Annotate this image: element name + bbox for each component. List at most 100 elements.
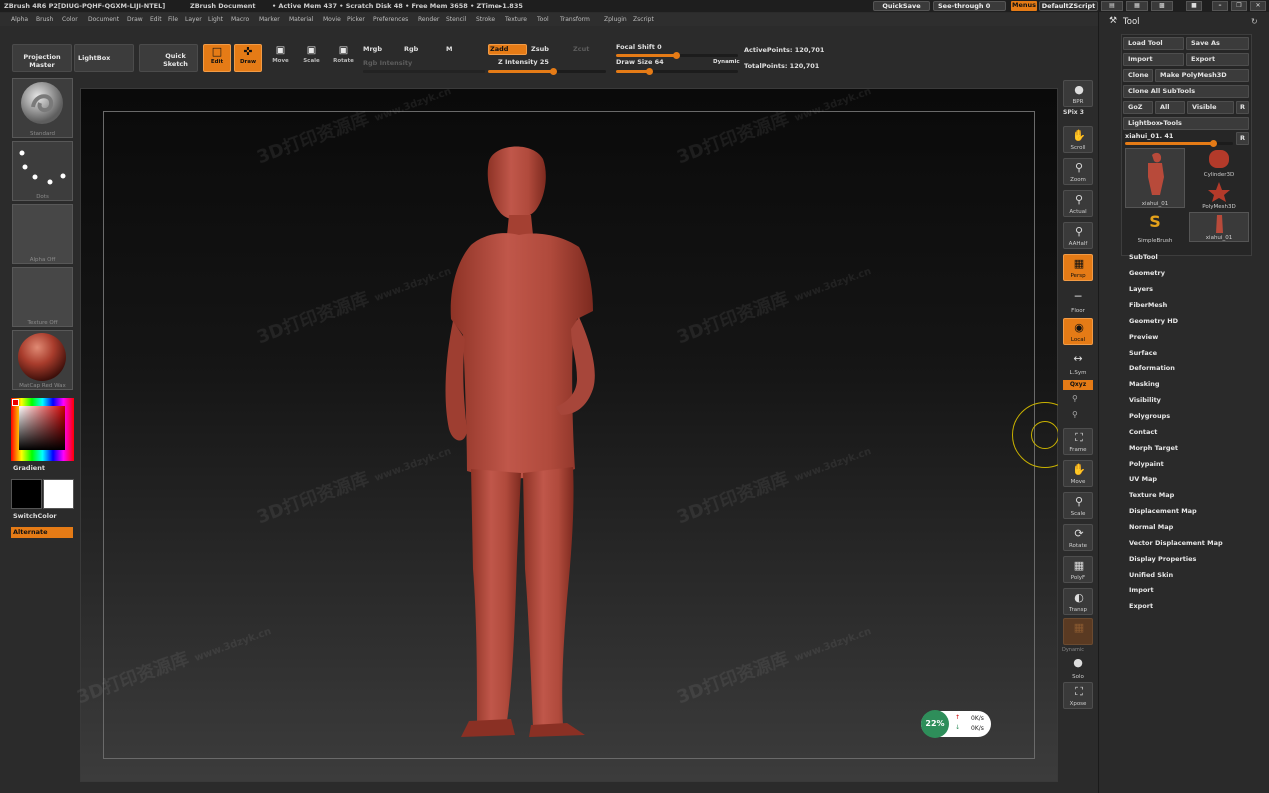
rgb-intensity-slider[interactable] bbox=[363, 70, 485, 73]
secondary-color-swatch[interactable] bbox=[43, 479, 74, 509]
menu-preferences[interactable]: Preferences bbox=[373, 16, 408, 23]
material-thumbnail[interactable]: MatCap Red Wax bbox=[12, 330, 73, 390]
lightbox-tools-button[interactable]: Lightbox▸Tools bbox=[1123, 117, 1249, 130]
section-uv-map[interactable]: UV Map bbox=[1129, 475, 1157, 483]
section-morph-target[interactable]: Morph Target bbox=[1129, 444, 1178, 452]
layout-icon[interactable]: ▤ bbox=[1101, 1, 1123, 11]
floor-button[interactable]: ─ Floor bbox=[1063, 288, 1093, 315]
scale-button[interactable]: ▣ Scale bbox=[298, 44, 325, 72]
scale-view-button[interactable]: ⚲ Scale bbox=[1063, 492, 1093, 519]
section-polygroups[interactable]: Polygroups bbox=[1129, 412, 1170, 420]
xpose-button[interactable]: ⛶ Xpose bbox=[1063, 682, 1093, 709]
m-button[interactable]: M bbox=[446, 45, 452, 53]
projection-master-button[interactable]: Projection Master bbox=[12, 44, 72, 72]
quicksave-button[interactable]: QuickSave bbox=[873, 1, 930, 11]
section-displacement-map[interactable]: Displacement Map bbox=[1129, 507, 1197, 515]
menu-document[interactable]: Document bbox=[88, 16, 119, 23]
section-contact[interactable]: Contact bbox=[1129, 428, 1157, 436]
tool-slot-figure2[interactable]: xiahui_01 bbox=[1189, 212, 1249, 242]
zadd-button[interactable]: Zadd bbox=[488, 44, 527, 55]
color-picker[interactable] bbox=[11, 398, 74, 461]
refresh-icon[interactable]: ↻ bbox=[1251, 17, 1258, 26]
lsym-button[interactable]: ↔ L.Sym bbox=[1063, 350, 1093, 377]
menu-draw[interactable]: Draw bbox=[127, 16, 143, 23]
menu-render[interactable]: Render bbox=[418, 16, 439, 23]
section-layers[interactable]: Layers bbox=[1129, 285, 1153, 293]
z-axis-icon[interactable]: ⚲ bbox=[1072, 410, 1078, 419]
actual-button[interactable]: ⚲ Actual bbox=[1063, 190, 1093, 217]
alpha-thumbnail[interactable]: Alpha Off bbox=[12, 204, 73, 264]
move-view-button[interactable]: ✋ Move bbox=[1063, 460, 1093, 487]
scroll-button[interactable]: ✋ Scroll bbox=[1063, 126, 1093, 153]
make-polymesh-button[interactable]: Make PolyMesh3D bbox=[1155, 69, 1249, 82]
z-intensity-slider[interactable] bbox=[488, 68, 606, 75]
menu-file[interactable]: File bbox=[168, 16, 178, 23]
spix-label[interactable]: SPix 3 bbox=[1063, 109, 1084, 116]
document-canvas[interactable]: 3D打印资源库 www.3dzyk.cn 3D打印资源库 www.3dzyk.c… bbox=[74, 86, 1058, 782]
lightbox-button[interactable]: LightBox bbox=[74, 44, 134, 72]
local-button[interactable]: ◉ Local bbox=[1063, 318, 1093, 345]
section-fibermesh[interactable]: FiberMesh bbox=[1129, 301, 1167, 309]
goz-r-button[interactable]: R bbox=[1236, 101, 1249, 114]
save-as-button[interactable]: Save As bbox=[1186, 37, 1249, 50]
menu-tool[interactable]: Tool bbox=[537, 16, 549, 23]
menu-material[interactable]: Material bbox=[289, 16, 313, 23]
gradient-toggle[interactable]: Gradient bbox=[13, 464, 45, 475]
menu-picker[interactable]: Picker bbox=[347, 16, 365, 23]
tool-slot-active[interactable]: xiahui_01 bbox=[1125, 148, 1185, 208]
section-masking[interactable]: Masking bbox=[1129, 380, 1160, 388]
menu-marker[interactable]: Marker bbox=[259, 16, 280, 23]
menu-transform[interactable]: Transform bbox=[560, 16, 590, 23]
menu-zplugin[interactable]: Zplugin bbox=[604, 16, 627, 23]
z-intensity-knob[interactable] bbox=[549, 68, 557, 75]
polyf-button[interactable]: ▦ PolyF bbox=[1063, 556, 1093, 583]
texture-thumbnail[interactable]: Texture Off bbox=[12, 267, 73, 327]
section-surface[interactable]: Surface bbox=[1129, 349, 1157, 357]
zoom-button[interactable]: ⚲ Zoom bbox=[1063, 158, 1093, 185]
section-vector-displacement-map[interactable]: Vector Displacement Map bbox=[1129, 539, 1223, 547]
solo-button[interactable]: ● Solo bbox=[1063, 654, 1093, 681]
minimize-icon[interactable]: – bbox=[1212, 1, 1228, 11]
section-subtool[interactable]: SubTool bbox=[1129, 253, 1158, 261]
draw-size-knob[interactable] bbox=[646, 68, 653, 75]
popup-info-icon[interactable]: ▦ bbox=[1126, 1, 1148, 11]
aahalf-button[interactable]: ⚲ AAHalf bbox=[1063, 222, 1093, 249]
current-tool-slider[interactable] bbox=[1125, 140, 1233, 147]
section-import[interactable]: Import bbox=[1129, 586, 1154, 594]
default-zscript-button[interactable]: DefaultZScript bbox=[1039, 1, 1098, 11]
tool-slot-cylinder[interactable]: Cylinder3D bbox=[1189, 148, 1249, 178]
tool-r-button[interactable]: R bbox=[1236, 132, 1249, 145]
ghost-button[interactable]: ▦ bbox=[1063, 618, 1093, 645]
load-tool-button[interactable]: Load Tool bbox=[1123, 37, 1184, 50]
menu-brush[interactable]: Brush bbox=[36, 16, 53, 23]
brush-thumbnail[interactable]: Standard bbox=[12, 78, 73, 138]
alternate-button[interactable]: Alternate bbox=[11, 527, 73, 538]
clone-all-subtools-button[interactable]: Clone All SubTools bbox=[1123, 85, 1249, 98]
transp-button[interactable]: ◐ Transp bbox=[1063, 588, 1093, 615]
see-through-slider[interactable]: See-through 0 bbox=[933, 1, 1006, 11]
primary-color-swatch[interactable] bbox=[11, 479, 42, 509]
sculpt-model[interactable] bbox=[421, 139, 681, 739]
rotate-button[interactable]: ▣ Rotate bbox=[330, 44, 357, 72]
menu-stencil[interactable]: Stencil bbox=[446, 16, 466, 23]
section-deformation[interactable]: Deformation bbox=[1129, 364, 1175, 372]
clone-button[interactable]: Clone bbox=[1123, 69, 1153, 82]
export-button[interactable]: Export bbox=[1186, 53, 1249, 66]
rotate-view-button[interactable]: ⟳ Rotate bbox=[1063, 524, 1093, 551]
menu-macro[interactable]: Macro bbox=[231, 16, 249, 23]
switch-color-button[interactable]: SwitchColor bbox=[13, 512, 57, 523]
menu-zscript[interactable]: Zscript bbox=[633, 16, 654, 23]
mrgb-button[interactable]: Mrgb bbox=[363, 45, 382, 53]
frame-button[interactable]: ⛶ Frame bbox=[1063, 428, 1093, 455]
close-icon[interactable]: ✕ bbox=[1250, 1, 1266, 11]
restore-icon[interactable]: ❐ bbox=[1231, 1, 1247, 11]
edit-button[interactable]: □ Edit bbox=[203, 44, 231, 72]
section-geometry[interactable]: Geometry bbox=[1129, 269, 1165, 277]
tool-slot-simplebrush[interactable]: S SimpleBrush bbox=[1125, 212, 1185, 244]
save-layout-icon[interactable]: ■ bbox=[1186, 1, 1202, 11]
menu-light[interactable]: Light bbox=[208, 16, 223, 23]
import-button[interactable]: Import bbox=[1123, 53, 1184, 66]
menu-stroke[interactable]: Stroke bbox=[476, 16, 495, 23]
menu-layer[interactable]: Layer bbox=[185, 16, 202, 23]
palette-toggle-icon[interactable]: ▩ bbox=[1151, 1, 1173, 11]
